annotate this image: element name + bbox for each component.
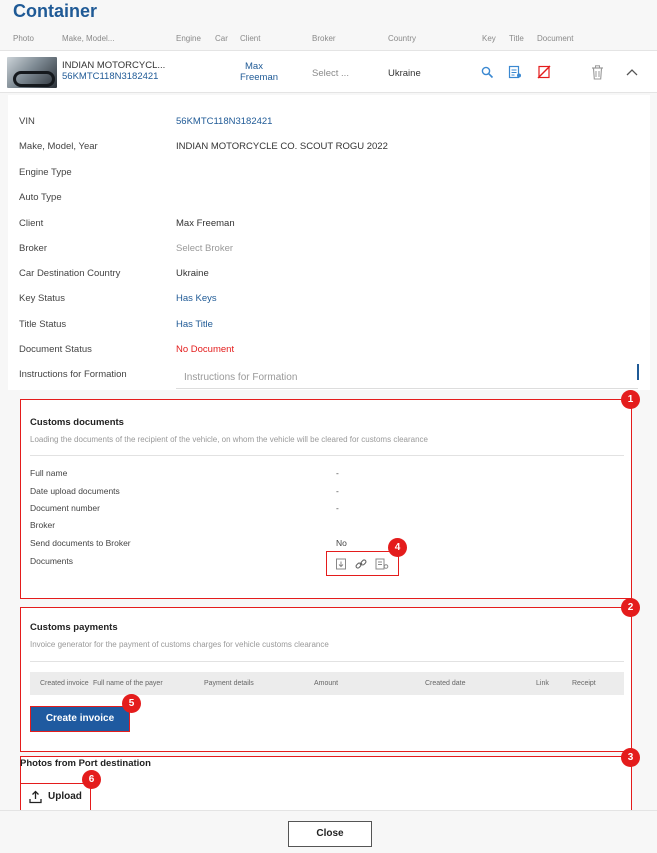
invoice-col-created: Created invoice xyxy=(40,680,89,687)
annotation-badge-6: 6 xyxy=(82,770,101,789)
detail-value-title-status: Has Title xyxy=(176,319,213,330)
customs-label-date-upload: Date upload documents xyxy=(30,486,120,496)
divider xyxy=(30,455,624,456)
invoice-col-amount: Amount xyxy=(314,680,339,687)
broker-select-detail[interactable]: Select Broker xyxy=(176,243,233,254)
create-invoice-button[interactable]: Create invoice xyxy=(30,706,130,732)
customs-payments-title: Customs payments xyxy=(30,622,118,633)
key-icon[interactable] xyxy=(481,66,494,79)
download-document-icon[interactable] xyxy=(335,558,347,570)
invoice-table-header: Created invoice Full name of the payer P… xyxy=(30,672,624,695)
annotation-badge-4: 4 xyxy=(388,538,407,557)
annotation-badge-3: 3 xyxy=(621,748,640,767)
detail-value-client: Max Freeman xyxy=(176,218,235,229)
vehicle-photo[interactable] xyxy=(7,57,57,88)
detail-label-make-model-year: Make, Model, Year xyxy=(19,141,98,152)
customs-label-documents: Documents xyxy=(30,556,73,566)
detail-label-instructions: Instructions for Formation xyxy=(19,369,127,380)
broker-select[interactable]: Select ... xyxy=(312,68,349,79)
client-first-name: Max xyxy=(245,61,263,72)
close-button[interactable]: Close xyxy=(288,821,372,847)
client-last-name: Freeman xyxy=(240,72,279,83)
detail-value-document-status: No Document xyxy=(176,344,235,355)
invoice-col-created-date: Created date xyxy=(425,680,466,687)
country-value: Ukraine xyxy=(388,68,421,79)
customs-documents-title: Customs documents xyxy=(30,417,124,428)
column-header-car: Car xyxy=(215,34,228,43)
divider xyxy=(30,661,624,662)
chevron-up-icon[interactable] xyxy=(626,68,638,76)
instructions-input[interactable]: Instructions for Formation xyxy=(176,368,638,389)
detail-label-destination-country: Car Destination Country xyxy=(19,268,121,279)
no-document-icon[interactable] xyxy=(537,65,551,79)
invoice-col-payer: Full name of the payer xyxy=(93,680,163,687)
detail-value-vin[interactable]: 56KMTC118N3182421 xyxy=(176,116,272,127)
customs-label-send-to-broker: Send documents to Broker xyxy=(30,538,131,548)
customs-payments-subtitle: Invoice generator for the payment of cus… xyxy=(30,640,329,649)
customs-value-date-upload: - xyxy=(336,486,339,496)
vehicle-details-panel xyxy=(8,95,650,390)
link-icon[interactable] xyxy=(355,558,367,570)
client-link[interactable]: Max Freeman xyxy=(240,61,279,83)
invoice-col-payment-details: Payment details xyxy=(204,680,254,687)
text-cursor xyxy=(637,364,639,380)
detail-value-key-status: Has Keys xyxy=(176,293,217,304)
upload-button[interactable]: Upload xyxy=(20,783,91,811)
annotation-badge-2: 2 xyxy=(621,598,640,617)
detail-label-engine-type: Engine Type xyxy=(19,167,72,178)
vehicle-make: INDIAN MOTORCYCL... xyxy=(62,60,166,71)
detail-value-make-model-year: INDIAN MOTORCYCLE CO. SCOUT ROGU 2022 xyxy=(176,141,388,152)
port-photos-title: Photos from Port destination xyxy=(20,758,151,769)
column-header-photo: Photo xyxy=(13,34,34,43)
customs-label-broker: Broker xyxy=(30,520,56,530)
vehicle-row[interactable]: INDIAN MOTORCYCL... 56KMTC118N3182421 Ma… xyxy=(0,50,657,93)
column-header-engine: Engine xyxy=(176,34,201,43)
detail-label-client: Client xyxy=(19,218,44,229)
detail-value-destination-country: Ukraine xyxy=(176,268,209,279)
detail-label-key-status: Key Status xyxy=(19,293,65,304)
column-header-document: Document xyxy=(537,34,574,43)
column-header-broker: Broker xyxy=(312,34,336,43)
column-header-title: Title xyxy=(509,34,524,43)
customs-label-document-number: Document number xyxy=(30,503,100,513)
column-header-key: Key xyxy=(482,34,496,43)
customs-documents-subtitle: Loading the documents of the recipient o… xyxy=(30,435,428,444)
annotation-badge-1: 1 xyxy=(621,390,640,409)
column-header-client: Client xyxy=(240,34,261,43)
customs-value-document-number: - xyxy=(336,503,339,513)
customs-value-full-name: - xyxy=(336,468,339,478)
detail-label-broker: Broker xyxy=(19,243,47,254)
title-icon[interactable] xyxy=(508,65,522,79)
invoice-col-link: Link xyxy=(536,680,549,687)
vehicle-vin-link[interactable]: 56KMTC118N3182421 xyxy=(62,71,158,82)
customs-value-send-to-broker: No xyxy=(336,538,347,548)
detail-label-title-status: Title Status xyxy=(19,319,67,330)
column-header-make: Make, Model... xyxy=(62,34,115,43)
detail-label-document-status: Document Status xyxy=(19,344,92,355)
trash-icon[interactable] xyxy=(591,65,604,80)
detail-label-vin: VIN xyxy=(19,116,35,127)
upload-label: Upload xyxy=(48,791,82,802)
detail-label-auto-type: Auto Type xyxy=(19,192,62,203)
invoice-col-receipt: Receipt xyxy=(572,680,596,687)
document-actions xyxy=(326,551,399,576)
page-title: Container xyxy=(13,1,98,21)
customs-label-full-name: Full name xyxy=(30,468,68,478)
document-list-icon[interactable] xyxy=(375,558,389,570)
column-header-country: Country xyxy=(388,34,417,43)
upload-icon xyxy=(29,790,42,804)
annotation-badge-5: 5 xyxy=(122,694,141,713)
